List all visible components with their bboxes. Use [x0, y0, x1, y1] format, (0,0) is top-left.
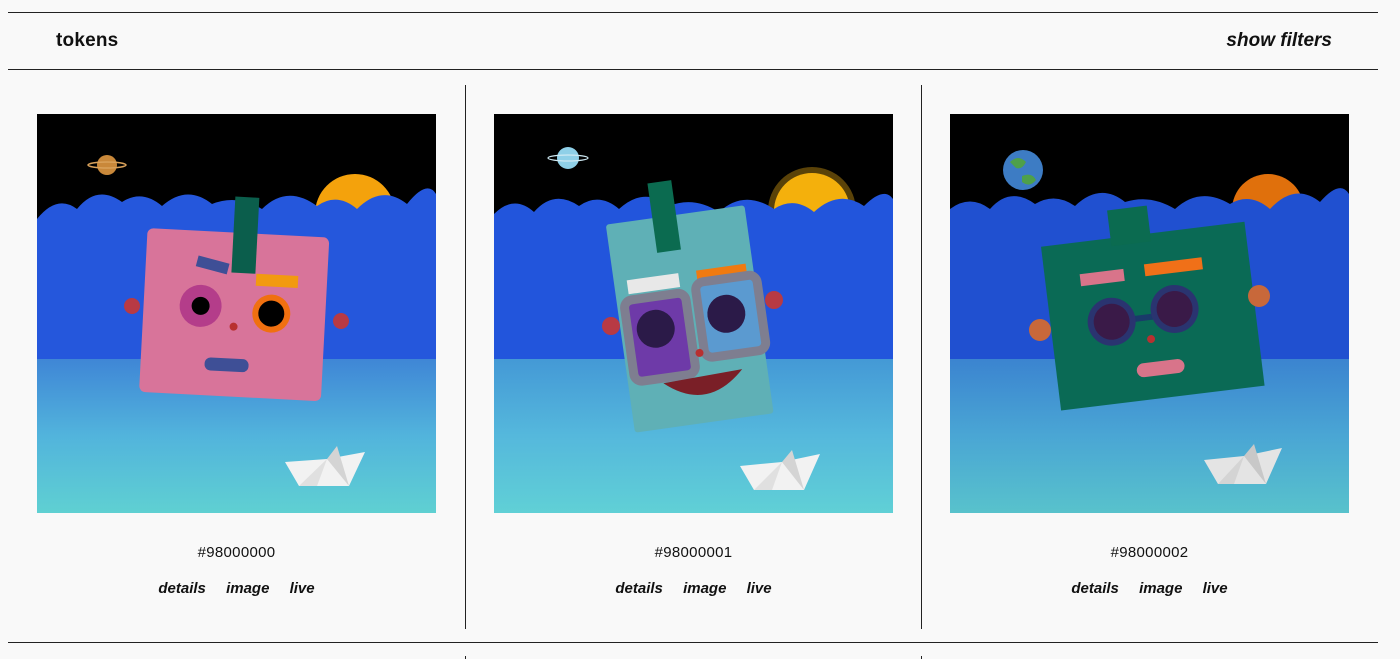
token-id: #98000001: [654, 544, 733, 561]
page-title: tokens: [56, 30, 119, 51]
token-card: #98000000 details image live: [37, 114, 436, 597]
page-header: tokens show filters: [8, 13, 1378, 70]
token-id: #98000000: [197, 544, 276, 561]
details-link[interactable]: details: [158, 580, 206, 597]
image-link[interactable]: image: [683, 580, 726, 597]
image-link[interactable]: image: [1139, 580, 1182, 597]
token-image[interactable]: [37, 114, 436, 513]
column-divider: [921, 85, 922, 629]
token-card: #98000002 details image live: [950, 114, 1349, 597]
token-links: details image live: [37, 580, 436, 597]
token-links: details image live: [950, 580, 1349, 597]
image-link[interactable]: image: [226, 580, 269, 597]
token-image[interactable]: [950, 114, 1349, 513]
token-links: details image live: [494, 580, 893, 597]
details-link[interactable]: details: [615, 580, 663, 597]
token-image[interactable]: [494, 114, 893, 513]
bottom-rule: [8, 642, 1378, 643]
live-link[interactable]: live: [1203, 580, 1228, 597]
show-filters-button[interactable]: show filters: [1226, 30, 1332, 52]
column-divider: [465, 85, 466, 629]
token-card: #98000001 details image live: [494, 114, 893, 597]
live-link[interactable]: live: [290, 580, 315, 597]
live-link[interactable]: live: [747, 580, 772, 597]
token-grid: #98000000 details image live #98000001 d…: [8, 70, 1378, 642]
token-id: #98000002: [1110, 544, 1189, 561]
details-link[interactable]: details: [1071, 580, 1119, 597]
